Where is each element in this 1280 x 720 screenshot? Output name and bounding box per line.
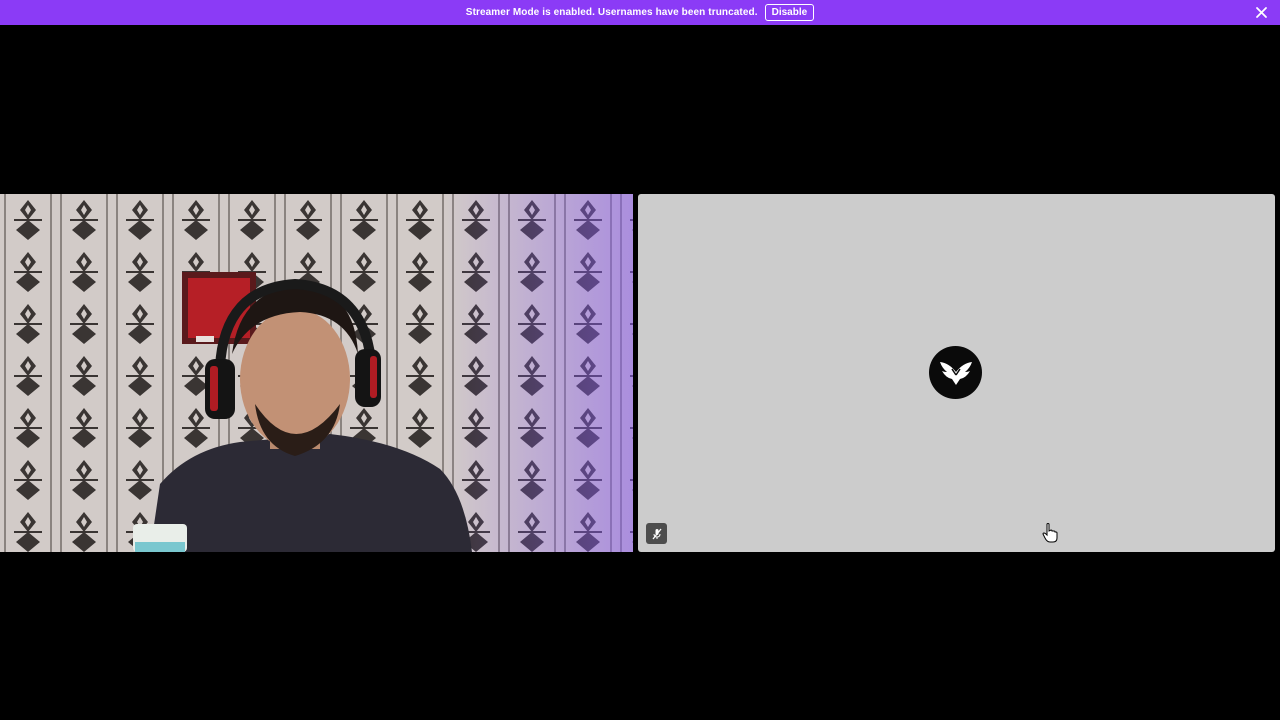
disable-streamer-mode-button[interactable]: Disable xyxy=(764,4,815,21)
pointer-cursor-icon xyxy=(1042,523,1058,543)
close-icon[interactable] xyxy=(1255,6,1268,19)
participant-video-tile[interactable] xyxy=(0,194,633,552)
participant-avatar-tile[interactable] xyxy=(638,194,1275,552)
winged-logo-icon xyxy=(939,361,972,385)
muted-indicator xyxy=(646,523,667,544)
streamer-mode-message: Streamer Mode is enabled. Usernames have… xyxy=(465,7,758,18)
mic-muted-icon xyxy=(651,528,662,539)
streamer-mode-banner: Streamer Mode is enabled. Usernames have… xyxy=(0,0,1280,25)
webcam-video xyxy=(0,194,633,552)
call-stage xyxy=(0,25,1280,720)
participant-avatar xyxy=(929,346,982,399)
